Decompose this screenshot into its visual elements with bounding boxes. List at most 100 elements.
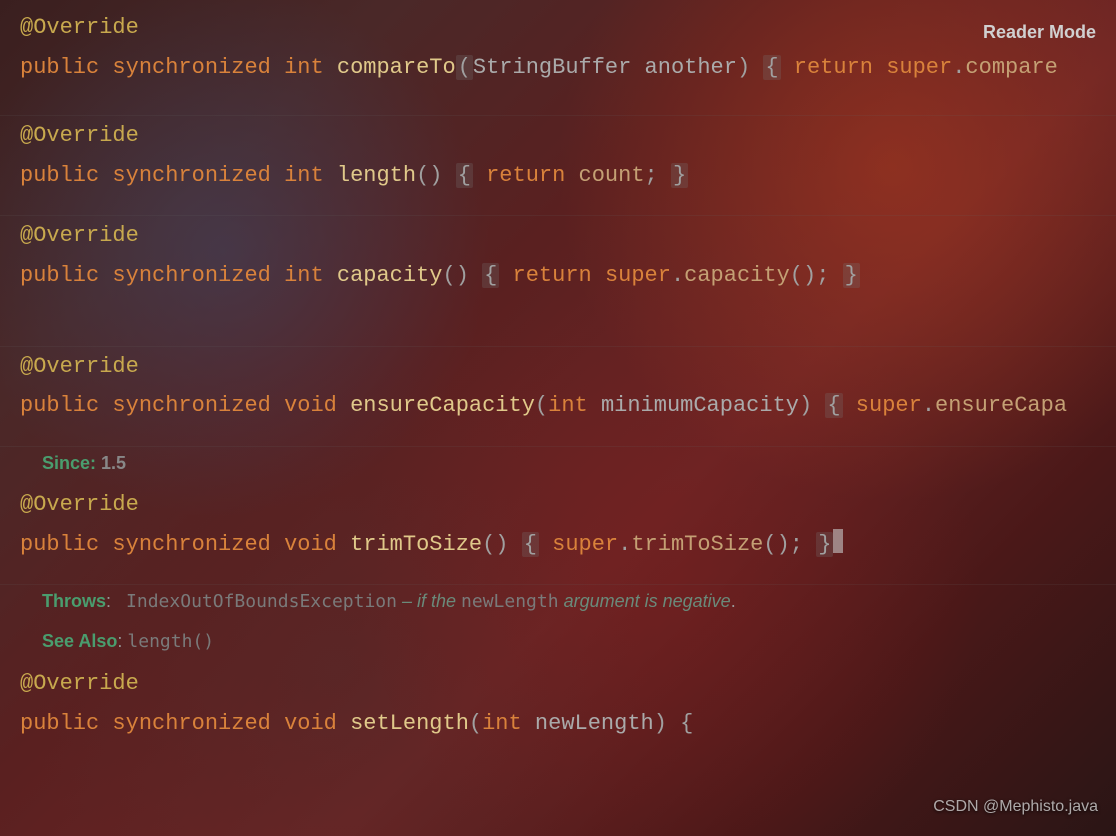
param-name: newLength [535,711,654,736]
code-line: @Override [20,116,1116,156]
punct-lbrace: { [825,393,842,418]
method-block-length: @Override public synchronized int length… [0,116,1116,216]
punct-rparen: ) [654,711,667,736]
keyword-void: void [284,393,337,418]
punct-dot: . [671,263,684,288]
annotation: @Override [20,671,139,696]
punct-lbrace: { [456,163,473,188]
punct-parens: () [763,532,789,557]
keyword-synchronized: synchronized [112,393,270,418]
punct-rbrace: } [843,263,860,288]
annotation: @Override [20,15,139,40]
keyword-super: super [605,263,671,288]
param-type: int [548,393,588,418]
doc-colon: : [106,591,111,611]
keyword-synchronized: synchronized [112,163,270,188]
code-line: @Override [20,216,1116,256]
reader-mode-label: Reader Mode [983,16,1096,48]
code-line: public synchronized void ensureCapacity(… [20,386,1116,426]
call-name: ensureCapa [935,393,1067,418]
keyword-return: return [794,55,873,80]
punct-lbrace: { [522,532,539,557]
method-name: setLength [350,711,469,736]
punct-semi: ; [816,263,829,288]
code-editor[interactable]: @Override public synchronized int compar… [0,0,1116,763]
punct-parens: () [790,263,816,288]
punct-rparen: ) [737,55,750,80]
call-name: compare [965,55,1057,80]
punct-dot: . [952,55,965,80]
code-line: public synchronized int compareTo(String… [20,48,1116,88]
param-name: another [645,55,737,80]
punct-lbrace: { [763,55,780,80]
keyword-int: int [284,163,324,188]
method-name: capacity [337,263,443,288]
doc-throws-label: Throws [42,591,106,611]
punct-lparen: ( [469,711,482,736]
doc-seealso-link[interactable]: length() [127,631,214,652]
code-line: @Override [20,485,1116,525]
keyword-return: return [486,163,565,188]
call-name: capacity [684,263,790,288]
punct-parens: () [482,532,508,557]
doc-seealso-label: See Also [42,631,117,651]
method-block-compareTo: @Override public synchronized int compar… [0,8,1116,116]
keyword-super: super [856,393,922,418]
punct-rbrace: } [816,532,833,557]
code-line: public synchronized void trimToSize() { … [20,525,1116,565]
doc-since-label: Since: [42,453,101,473]
call-name: trimToSize [631,532,763,557]
text-cursor [833,529,843,553]
keyword-int: int [284,263,324,288]
doc-param-ref: newLength [461,591,559,612]
doc-exception-link[interactable]: IndexOutOfBoundsException [126,591,397,612]
punct-semi: ; [645,163,658,188]
keyword-public: public [20,393,99,418]
punct-lbrace: { [680,711,693,736]
javadoc-throws: Throws: IndexOutOfBoundsException – if t… [20,585,1116,618]
annotation: @Override [20,223,139,248]
code-line: public synchronized int length() { retur… [20,156,1116,196]
keyword-synchronized: synchronized [112,263,270,288]
annotation: @Override [20,354,139,379]
doc-desc: – if the newLength argument is negative [397,591,731,611]
keyword-int: int [284,55,324,80]
code-line: @Override [20,8,1116,48]
param-name: minimumCapacity [601,393,799,418]
keyword-public: public [20,263,99,288]
method-block-setLength: Throws: IndexOutOfBoundsException – if t… [0,585,1116,763]
watermark-label: CSDN @Mephisto.java [933,793,1098,822]
punct-rbrace: } [671,163,688,188]
code-line: public synchronized int capacity() { ret… [20,256,1116,296]
javadoc-seealso: See Also: length() [20,625,1116,658]
punct-parens: () [416,163,442,188]
method-block-ensureCapacity: @Override public synchronized void ensur… [0,347,1116,447]
punct-lbrace: { [482,263,499,288]
keyword-return: return [513,263,592,288]
method-name: length [337,163,416,188]
keyword-super: super [552,532,618,557]
punct-dot: . [618,532,631,557]
method-name: ensureCapacity [350,393,535,418]
keyword-void: void [284,711,337,736]
param-type: int [482,711,522,736]
punct-parens: () [443,263,469,288]
method-block-capacity: @Override public synchronized int capaci… [0,216,1116,346]
punct-dot: . [922,393,935,418]
keyword-public: public [20,711,99,736]
method-name: trimToSize [350,532,482,557]
doc-colon: : [117,631,127,651]
keyword-void: void [284,532,337,557]
annotation: @Override [20,492,139,517]
keyword-synchronized: synchronized [112,711,270,736]
code-line: public synchronized void setLength(int n… [20,704,1116,744]
keyword-public: public [20,55,99,80]
doc-since-value: 1.5 [101,453,126,473]
keyword-public: public [20,532,99,557]
method-block-trimToSize: Since: 1.5 @Override public synchronized… [0,447,1116,586]
keyword-super: super [886,55,952,80]
punct-semi: ; [790,532,803,557]
punct-lparen: ( [535,393,548,418]
keyword-synchronized: synchronized [112,55,270,80]
punct-rparen: ) [799,393,812,418]
